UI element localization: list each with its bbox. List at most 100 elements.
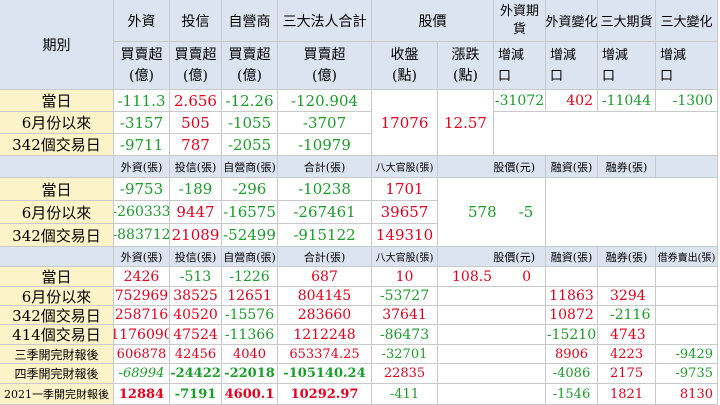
col-big3-chg: 三大變化 [656,0,718,42]
col-fut: 外資期貨 [494,0,546,42]
s3-cell-lend [656,306,718,325]
s3-cell-trust: 38525 [170,287,222,306]
s2-h-eight: 八大官股(張) [372,156,438,178]
s3-blank-header [0,247,114,267]
s3-cell-short: 3294 [598,287,656,306]
s3-cell-trust: -513 [170,267,222,287]
s2-price-block: 578 -5 [438,178,546,247]
s1-row-label: 當日 [0,90,114,112]
col-fut-chg: 外資變化 [546,0,598,42]
s3-cell-foreign: 752969 [114,287,170,306]
s3-cell-margin: 10872 [546,306,598,325]
s3-h-total: 合計(張) [278,247,372,267]
s2-cell-total: -915122 [278,224,372,247]
s3-cell-short [598,267,656,287]
col-close: 收盤 (點) [372,42,438,90]
s2-row-label: 342個交易日 [0,224,114,247]
s3-cell-eight: 10 [372,267,438,287]
s3-cell-eight: 37641 [372,306,438,325]
big3-fut-value: -11044 [598,90,656,112]
empty-cell [438,384,546,405]
s3-cell-dealer: -22018 [222,364,278,384]
sub-big3-chg: 增減 口 [656,42,718,90]
s2-h-margin: 融資(張) [546,156,598,178]
s3-cell-foreign: 606878 [114,345,170,364]
s1-cell-dealer: -12.26 [222,90,278,112]
sub-big3-fut: 增減 口 [598,42,656,90]
s2-h-short: 融券(張) [598,156,656,178]
col-total: 三大法人合計 [278,0,372,42]
s3-cell-eight: -411 [372,384,438,405]
sub-total: 買賣超 (億) [278,42,372,90]
index-close: 17076 [372,90,438,156]
sub-unit: (億) [183,67,208,84]
s2-cell-total: -10238 [278,178,372,201]
s3-cell-margin: -15210 [546,325,598,345]
sub-fut: 增減 口 [494,42,546,90]
s3-cell-eight: 22835 [372,364,438,384]
s1-cell-dealer: -2055 [222,134,278,156]
s2-cell-dealer: -52499 [222,224,278,247]
s3-h-dealer: 自營商(張) [222,247,278,267]
s3-cell-trust: 40520 [170,306,222,325]
sub-label: 買賣超 [303,46,346,63]
empty-cell [494,112,718,156]
s3-h-margin: 融資(張) [546,247,598,267]
s2-cell-trust: 9447 [170,201,222,224]
s2-cell-eight: 1701 [372,178,438,201]
s3-cell-margin: 8906 [546,345,598,364]
s1-row-label: 342個交易日 [0,134,114,156]
s3-cell-foreign: 2426 [114,267,170,287]
sub-box: 口 [602,68,616,84]
sub-unit: (億) [129,67,154,84]
s2-h-price: 股價(元) [438,156,546,178]
s3-cell-dealer: 4040 [222,345,278,364]
s2-cell-foreign: -883712 [114,224,170,247]
s3-cell-lend: -9429 [656,345,718,364]
s2-row-label: 6月份以來 [0,201,114,224]
col-big3-fut: 三大期貨 [598,0,656,42]
s3-cell-foreign: 1176090 [114,325,170,345]
s2-price-chg: -5 [518,203,534,221]
empty-cell [438,325,546,345]
s3-cell-trust: -24422 [170,364,222,384]
col-trust: 投信 [170,0,222,42]
s3-cell-short: 2175 [598,364,656,384]
s3-cell-lend: -9735 [656,364,718,384]
s1-cell-foreign: -3157 [114,112,170,134]
s3-h-price: 股價(元) [438,247,546,267]
s3-cell-total: 804145 [278,287,372,306]
s3-row-label: 三季開完財報後 [0,345,114,364]
s1-cell-total: -10979 [278,134,372,156]
s3-cell-dealer: 12651 [222,287,278,306]
s3-row-label: 2021一季開完財報後 [0,384,114,405]
sub-box: 口 [550,68,564,84]
s3-cell-dealer: -11366 [222,325,278,345]
s2-h-trust: 投信(張) [170,156,222,178]
index-change: 12.57 [438,90,494,156]
s3-row-label: 6月份以來 [0,287,114,306]
fut-value: -31072 [494,90,546,112]
empty-cell [438,287,546,306]
sub-unit: (億) [312,67,337,84]
s3-cell-short: 4743 [598,325,656,345]
s3-h-eight: 八大官股(張) [372,247,438,267]
s2-cell-total: -267461 [278,201,372,224]
s3-row-label: 414個交易日 [0,325,114,345]
big3-chg-value: -1300 [656,90,718,112]
s3-cell-trust: -7191 [170,384,222,405]
s3-cell-trust: 42456 [170,345,222,364]
sub-dealer: 買賣超 (億) [222,42,278,90]
s3-cell-eight: -32701 [372,345,438,364]
s3-cell-lend [656,267,718,287]
s1-row-label: 6月份以來 [0,112,114,134]
s3-cell-foreign: -68994 [114,364,170,384]
s3-cell-margin: -1546 [546,384,598,405]
close-unit: (點) [392,67,417,84]
s1-cell-trust: 2.656 [170,90,222,112]
period-header: 期別 [0,0,114,90]
s1-cell-total: -3707 [278,112,372,134]
col-index: 股價 [372,0,494,42]
s3-price-block: 108.5 0 [438,267,546,287]
sub-trust: 買賣超 (億) [170,42,222,90]
